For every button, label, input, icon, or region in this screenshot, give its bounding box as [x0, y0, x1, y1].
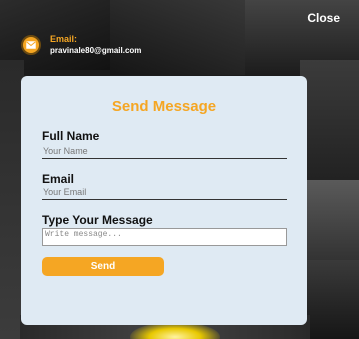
- backdrop: Close Email: pravinale80@gmail.com Send …: [0, 0, 359, 339]
- send-button[interactable]: Send: [42, 257, 164, 276]
- close-button[interactable]: Close: [307, 11, 340, 25]
- full-name-input[interactable]: [42, 144, 287, 159]
- email-address: pravinale80@gmail.com: [50, 46, 142, 55]
- email-label: Email:: [50, 34, 78, 44]
- contact-email: Email: pravinale80@gmail.com: [21, 34, 141, 56]
- email-field-label: Email: [42, 172, 75, 186]
- message-textarea[interactable]: [42, 228, 287, 246]
- background-block: [300, 60, 359, 180]
- dialog-title: Send Message: [111, 98, 217, 115]
- mail-icon: [21, 35, 41, 55]
- full-name-label: Full Name: [42, 129, 100, 143]
- message-label: Type Your Message: [42, 213, 153, 227]
- email-field[interactable]: [42, 185, 287, 200]
- send-message-dialog: Send Message Full Name Email Type Your M…: [21, 76, 307, 325]
- background-block: [300, 180, 359, 260]
